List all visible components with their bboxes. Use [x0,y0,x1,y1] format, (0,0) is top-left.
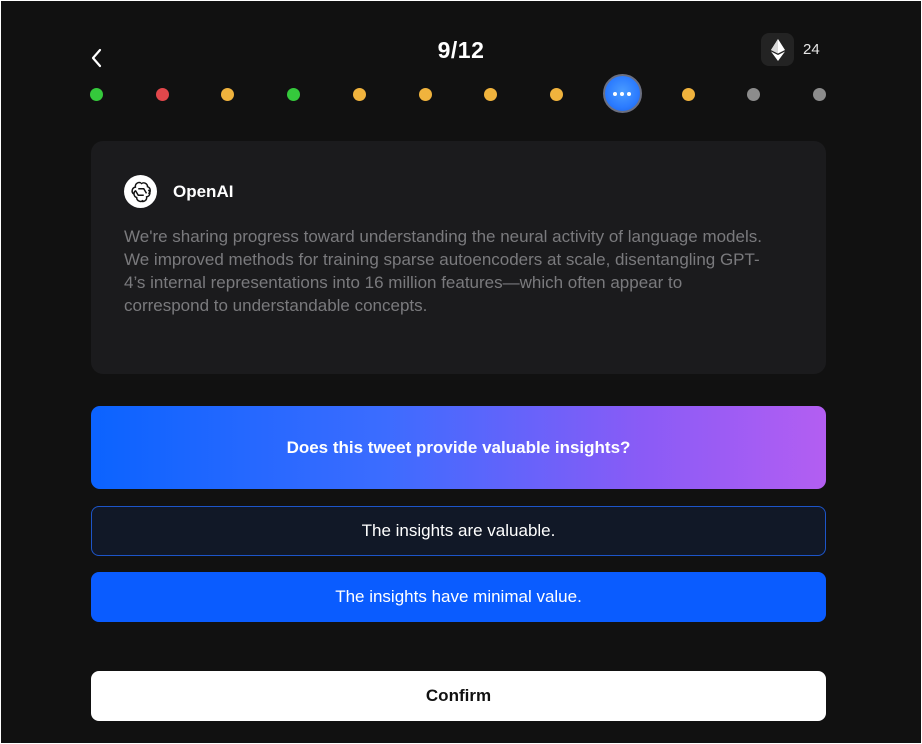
progress-dot [221,88,235,101]
ethereum-icon [770,38,785,61]
option-valuable[interactable]: The insights are valuable. [91,506,826,556]
progress-dot [287,88,301,101]
confirm-button[interactable]: Confirm [91,671,826,721]
token-badge [761,33,794,66]
question-banner: Does this tweet provide valuable insight… [91,406,826,489]
progress-dot [747,88,761,101]
option-minimal-value[interactable]: The insights have minimal value. [91,572,826,622]
progress-dot [90,88,103,101]
progress-dot [681,88,695,101]
tweet-card: OpenAI We're sharing progress toward und… [91,141,826,374]
tweet-author: OpenAI [173,182,234,201]
progress-dot [813,88,826,101]
token-count: 24 [803,41,820,58]
ellipsis-dot [627,91,632,96]
progress-dot [352,88,366,101]
ellipsis-dot [620,91,625,96]
progress-dots [90,74,826,114]
author-avatar [124,175,157,208]
quiz-screen: 9/12 24 OpenAI We're sharing progress to… [1,1,921,743]
progress-dot [418,88,432,101]
openai-logo-icon [130,181,151,202]
ellipsis-dot [613,91,618,96]
tweet-text: We're sharing progress toward understand… [124,227,762,315]
progress-dot-current [602,74,642,113]
progress-dot [550,88,564,101]
progress-dot [484,88,498,101]
progress-dot [155,88,169,101]
